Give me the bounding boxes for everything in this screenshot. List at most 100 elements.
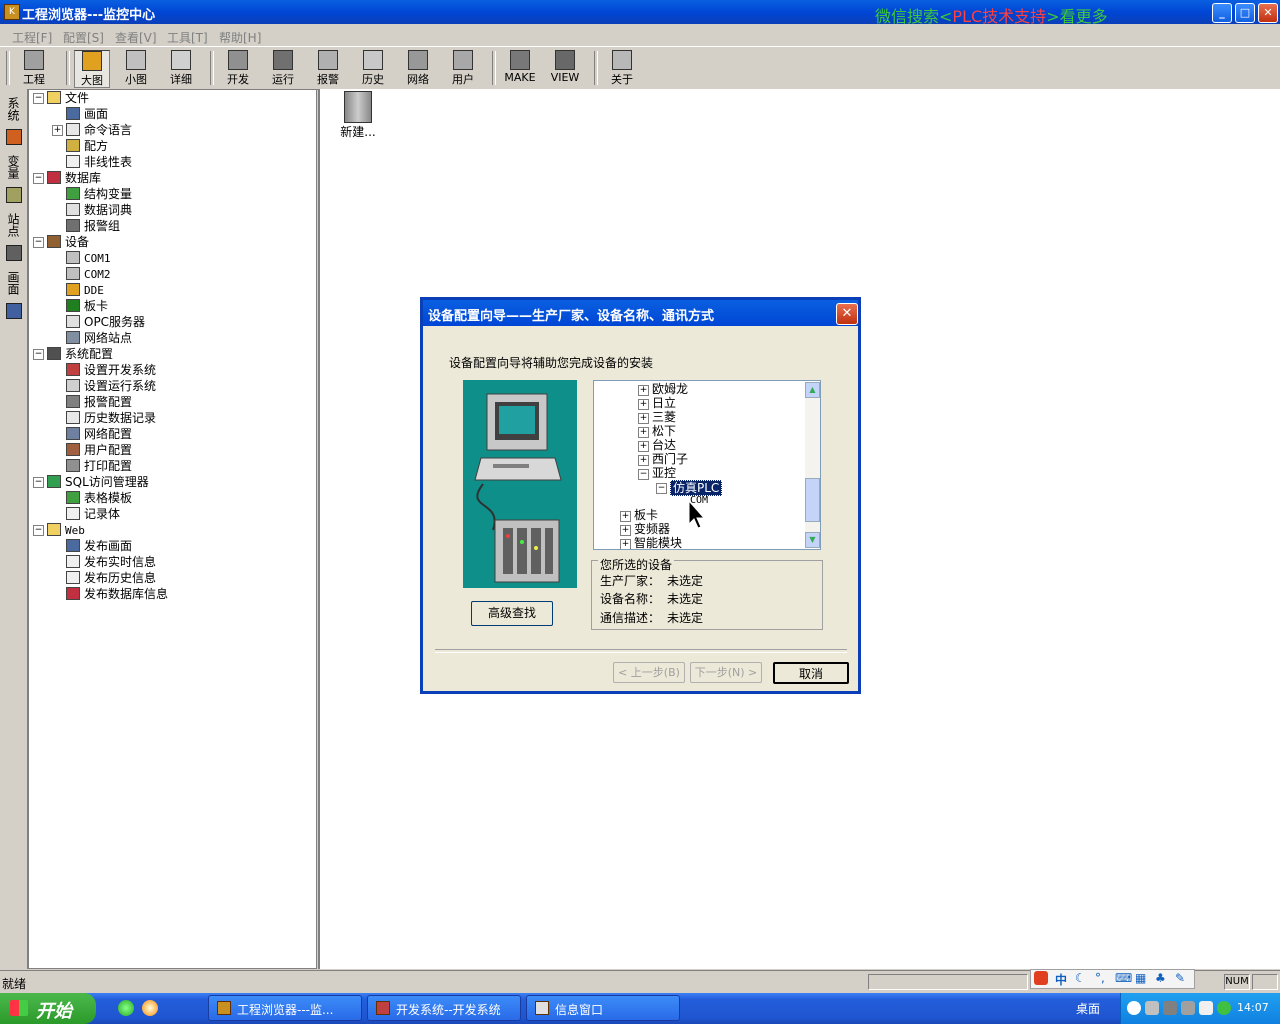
- dialog-close-button[interactable]: ✕: [836, 303, 858, 325]
- moon-icon[interactable]: ☾: [1075, 971, 1086, 985]
- tree-node-com2[interactable]: COM2: [66, 266, 111, 282]
- category-boards[interactable]: 板卡: [634, 508, 658, 522]
- tree-node-set-run-system[interactable]: 设置运行系统: [66, 378, 156, 394]
- tree-node-command-language[interactable]: 命令语言: [66, 122, 132, 138]
- ime-mode[interactable]: 中: [1055, 971, 1067, 988]
- tray-app-icon[interactable]: [1145, 1001, 1159, 1015]
- toolbar-details-button[interactable]: 详细: [165, 50, 197, 86]
- toolbar-view-button[interactable]: VIEW: [548, 50, 582, 86]
- task-dev-system[interactable]: 开发系统--开发系统: [367, 995, 521, 1021]
- tree-node-recipe[interactable]: 配方: [66, 138, 108, 154]
- tree-node-database[interactable]: 数据库: [47, 170, 101, 186]
- prev-button[interactable]: < 上一步(B): [613, 662, 685, 683]
- toolbar-make-button[interactable]: MAKE: [503, 50, 537, 86]
- scroll-down-arrow-icon[interactable]: ▼: [805, 532, 820, 548]
- category-inverters[interactable]: 变频器: [634, 522, 670, 536]
- keyboard-icon[interactable]: ⌨: [1115, 971, 1132, 985]
- category-smart-modules[interactable]: 智能模块: [634, 536, 682, 549]
- tray-expand-icon[interactable]: [1127, 1001, 1141, 1015]
- tree-node-files[interactable]: 文件: [47, 90, 89, 106]
- expand-toggle[interactable]: +: [638, 413, 649, 424]
- tree-node-network-config[interactable]: 网络配置: [66, 426, 132, 442]
- device-kingview[interactable]: 亚控: [652, 466, 676, 480]
- menu-tools[interactable]: 工具[T]: [167, 29, 208, 46]
- expand-toggle[interactable]: +: [620, 525, 631, 536]
- advanced-search-button[interactable]: 高级查找: [471, 601, 553, 626]
- device-omron[interactable]: 欧姆龙: [652, 382, 688, 396]
- tree-node-history-record[interactable]: 历史数据记录: [66, 410, 156, 426]
- cancel-button[interactable]: 取消: [773, 662, 849, 684]
- tree-node-print-config[interactable]: 打印配置: [66, 458, 132, 474]
- collapse-toggle[interactable]: −: [33, 477, 44, 488]
- desktop-toolbar-label[interactable]: 桌面: [1076, 1000, 1100, 1017]
- collapse-toggle[interactable]: −: [656, 483, 667, 494]
- device-mitsubishi[interactable]: 三菱: [652, 410, 676, 424]
- tree-node-table-template[interactable]: 表格模板: [66, 490, 132, 506]
- tab-stations[interactable]: 站点: [4, 213, 22, 237]
- shirt-icon[interactable]: ♣: [1155, 971, 1166, 985]
- tree-node-alarm-group[interactable]: 报警组: [66, 218, 120, 234]
- expand-toggle[interactable]: +: [638, 399, 649, 410]
- punctuation-icon[interactable]: °,: [1095, 971, 1105, 985]
- expand-toggle[interactable]: +: [638, 441, 649, 452]
- task-info-window[interactable]: 信息窗口: [526, 995, 680, 1021]
- toolbar-about-button[interactable]: 关于: [606, 50, 638, 86]
- tree-node-screens[interactable]: 画面: [66, 106, 108, 122]
- expand-toggle[interactable]: +: [620, 539, 631, 549]
- start-button[interactable]: 开始: [0, 993, 96, 1024]
- tree-node-publish-screen[interactable]: 发布画面: [66, 538, 132, 554]
- expand-toggle[interactable]: +: [638, 427, 649, 438]
- tray-volume-icon[interactable]: [1181, 1001, 1195, 1015]
- close-button[interactable]: ✕: [1258, 3, 1278, 23]
- tray-network-icon[interactable]: [1163, 1001, 1177, 1015]
- expand-toggle[interactable]: +: [638, 455, 649, 466]
- device-tree-scrollbar[interactable]: ▲ ▼: [805, 382, 820, 548]
- expand-toggle[interactable]: +: [52, 125, 63, 136]
- toolbar-history-button[interactable]: 历史: [357, 50, 389, 86]
- minimize-button[interactable]: _: [1212, 3, 1232, 23]
- tab-variables[interactable]: 变量: [4, 155, 22, 179]
- next-button[interactable]: 下一步(N) >: [690, 662, 762, 683]
- tree-node-data-dictionary[interactable]: 数据词典: [66, 202, 132, 218]
- tree-node-com1[interactable]: COM1: [66, 250, 111, 266]
- toolbar-user-button[interactable]: 用户: [447, 50, 479, 86]
- tree-node-publish-history[interactable]: 发布历史信息: [66, 570, 156, 586]
- qq-quicklaunch-icon[interactable]: [142, 1000, 158, 1016]
- collapse-toggle[interactable]: −: [33, 93, 44, 104]
- tree-node-sql-manager[interactable]: SQL访问管理器: [47, 474, 149, 490]
- tree-node-dde[interactable]: DDE: [66, 282, 104, 298]
- expand-toggle[interactable]: +: [638, 385, 649, 396]
- tree-node-devices[interactable]: 设备: [47, 234, 89, 250]
- toolbar-alarm-button[interactable]: 报警: [312, 50, 344, 86]
- wrench-icon[interactable]: ✎: [1175, 971, 1185, 985]
- toolbar-project-button[interactable]: 工程: [18, 50, 50, 86]
- device-hitachi[interactable]: 日立: [652, 396, 676, 410]
- menu-help[interactable]: 帮助[H]: [219, 29, 261, 46]
- tray-security-icon[interactable]: [1217, 1001, 1231, 1015]
- sogou-icon[interactable]: [1034, 971, 1048, 985]
- toolbar-network-button[interactable]: 网络: [402, 50, 434, 86]
- ime-toolbar[interactable]: 中 ☾ °, ⌨ ▦ ♣ ✎: [1030, 969, 1195, 989]
- menu-config[interactable]: 配置[S]: [63, 29, 104, 46]
- tree-node-system-config[interactable]: 系统配置: [47, 346, 113, 362]
- collapse-toggle[interactable]: −: [33, 173, 44, 184]
- tree-node-opc-server[interactable]: OPC服务器: [66, 314, 145, 330]
- collapse-toggle[interactable]: −: [33, 237, 44, 248]
- scroll-up-arrow-icon[interactable]: ▲: [805, 382, 820, 398]
- toolbar-develop-button[interactable]: 开发: [222, 50, 254, 86]
- device-delta[interactable]: 台达: [652, 438, 676, 452]
- app-icon[interactable]: K: [4, 4, 20, 20]
- tray-chat-icon[interactable]: [1199, 1001, 1213, 1015]
- browser-quicklaunch-icon[interactable]: [118, 1000, 134, 1016]
- tree-node-record[interactable]: 记录体: [66, 506, 120, 522]
- tree-node-set-dev-system[interactable]: 设置开发系统: [66, 362, 156, 378]
- menu-project[interactable]: 工程[F]: [12, 29, 52, 46]
- title-bar[interactable]: K 工程浏览器---监控中心 微信搜索<PLC技术支持>看更多 _ □ ✕: [0, 0, 1280, 26]
- clock[interactable]: 14:07: [1237, 1001, 1269, 1014]
- task-project-browser[interactable]: 工程浏览器---监...: [208, 995, 362, 1021]
- toolbar-run-button[interactable]: 运行: [267, 50, 299, 86]
- toolbar-large-icons-button[interactable]: 大图: [74, 50, 110, 88]
- grid-icon[interactable]: ▦: [1135, 971, 1146, 985]
- tree-node-web[interactable]: Web: [47, 522, 85, 538]
- maximize-button[interactable]: □: [1235, 3, 1255, 23]
